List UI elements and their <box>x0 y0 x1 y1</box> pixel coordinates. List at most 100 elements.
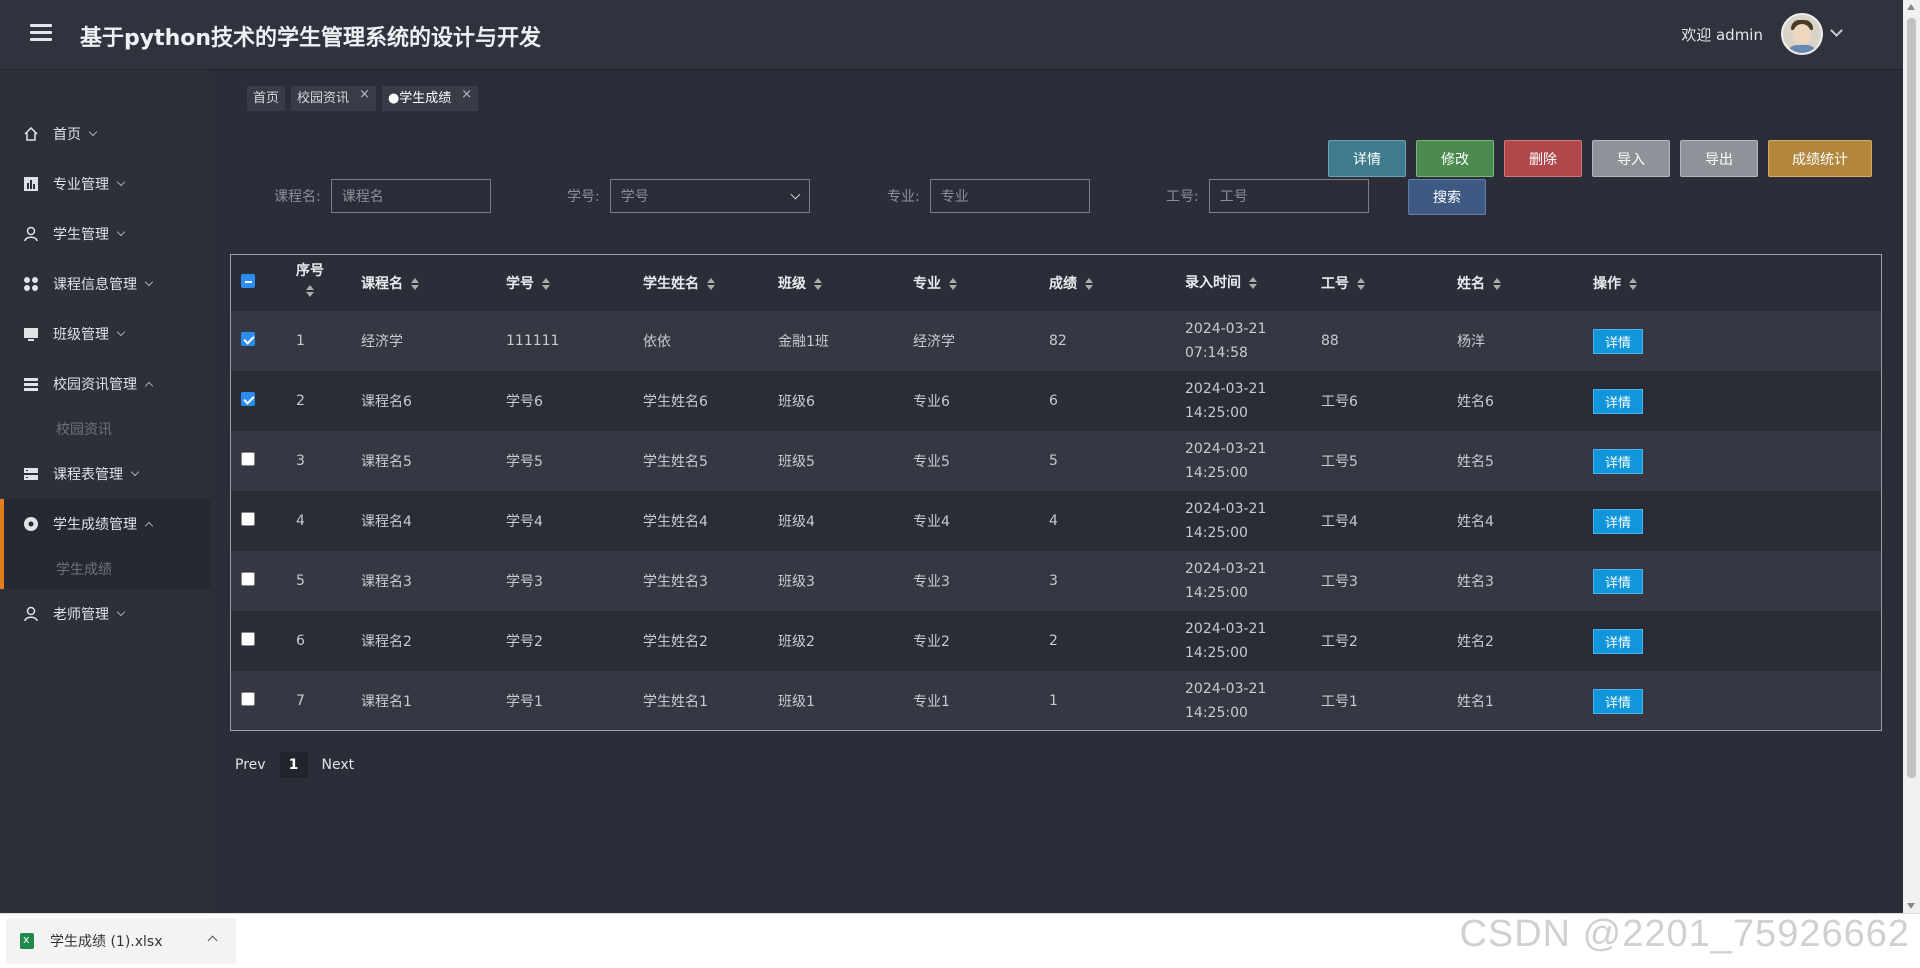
sidebar-item-scores[interactable]: 学生成绩管理 <box>0 499 210 549</box>
avatar[interactable] <box>1781 13 1823 55</box>
chevron-down-icon <box>116 607 126 617</box>
score-stats-button[interactable]: 成绩统计 <box>1768 140 1872 177</box>
table-row[interactable]: 1 经济学 111111 依依 金融1班 经济学 82 2024-03-21 07:14:58… <box>231 311 1881 371</box>
close-icon[interactable]: × <box>359 82 370 107</box>
row-detail-button[interactable]: 详情 <box>1593 388 1643 414</box>
sort-icon[interactable] <box>1249 277 1257 289</box>
table-row[interactable]: 4 课程名4 学号4 学生姓名4 班级4 专业4 4 2024-03-21 14:25:00 工… <box>231 491 1881 551</box>
chevron-up-icon <box>144 521 154 530</box>
sidebar-item-label: 专业管理 <box>53 177 109 193</box>
sidebar-item-home[interactable]: 首页 <box>0 109 210 159</box>
col-header-course[interactable]: 课程名 <box>361 276 403 292</box>
cell-class: 班级1 <box>778 694 815 710</box>
col-header-tno[interactable]: 工号 <box>1321 276 1349 292</box>
table-row[interactable]: 6 课程名2 学号2 学生姓名2 班级2 专业2 2 2024-03-21 14:25:00 工… <box>231 611 1881 671</box>
import-button[interactable]: 导入 <box>1592 140 1670 177</box>
cell-index: 7 <box>296 693 305 709</box>
sidebar-item-teacher[interactable]: 老师管理 <box>0 589 210 639</box>
cell-index: 3 <box>296 453 305 469</box>
detail-button[interactable]: 详情 <box>1328 140 1406 177</box>
row-detail-button[interactable]: 详情 <box>1593 448 1643 474</box>
sort-icon[interactable] <box>1085 278 1093 290</box>
tab-student-scores[interactable]: ●学生成绩 × <box>381 86 479 111</box>
row-checkbox[interactable] <box>241 512 255 526</box>
table-row[interactable]: 2 课程名6 学号6 学生姓名6 班级6 专业6 6 2024-03-21 14:25:00 工… <box>231 371 1881 431</box>
watermark: CSDN @2201_75926662 <box>1459 913 1910 955</box>
cell-student-name: 学生姓名3 <box>643 574 708 590</box>
sidebar-item-student[interactable]: 学生管理 <box>0 209 210 259</box>
sort-icon[interactable] <box>707 278 715 290</box>
col-header-sid[interactable]: 学号 <box>506 276 534 292</box>
sidebar-subitem-campus-news[interactable]: 校园资讯 <box>0 409 210 449</box>
sidebar: 首页 专业管理 学生管理 课程信息管理 班级管理 校园资讯管理 校园资讯 课程表… <box>0 70 210 913</box>
sidebar-item-label: 校园资讯管理 <box>53 377 137 393</box>
row-detail-button[interactable]: 详情 <box>1593 508 1643 534</box>
row-checkbox[interactable] <box>241 452 255 466</box>
sort-icon[interactable] <box>1357 278 1365 290</box>
page-number[interactable]: 1 <box>279 752 308 778</box>
cell-student-name: 依依 <box>643 334 671 350</box>
row-detail-button[interactable]: 详情 <box>1593 688 1643 714</box>
export-button[interactable]: 导出 <box>1680 140 1758 177</box>
vertical-scrollbar[interactable] <box>1903 0 1920 913</box>
col-header-major[interactable]: 专业 <box>913 276 941 292</box>
table-row[interactable]: 3 课程名5 学号5 学生姓名5 班级5 专业5 5 2024-03-21 14:25:00 工… <box>231 431 1881 491</box>
sidebar-subitem-scores[interactable]: 学生成绩 <box>0 549 210 589</box>
chevron-up-icon[interactable] <box>207 935 218 946</box>
scrollbar-thumb[interactable] <box>1907 18 1916 778</box>
col-header-class[interactable]: 班级 <box>778 276 806 292</box>
col-header-score[interactable]: 成绩 <box>1049 276 1077 292</box>
table-row[interactable]: 7 课程名1 学号1 学生姓名1 班级1 专业1 1 2024-03-21 14:25:00 工… <box>231 671 1881 730</box>
table-row[interactable]: 5 课程名3 学号3 学生姓名3 班级3 专业3 3 2024-03-21 14:25:00 工… <box>231 551 1881 611</box>
sort-icon[interactable] <box>1629 278 1637 290</box>
col-header-op[interactable]: 操作 <box>1593 276 1621 292</box>
col-header-student-name[interactable]: 学生姓名 <box>643 276 699 292</box>
row-detail-button[interactable]: 详情 <box>1593 328 1643 354</box>
row-checkbox[interactable] <box>241 572 255 586</box>
sort-icon[interactable] <box>1493 278 1501 290</box>
chevron-down-icon[interactable] <box>1830 24 1843 37</box>
scroll-down-icon[interactable] <box>1907 903 1915 909</box>
tno-input[interactable]: 工号 <box>1208 179 1369 213</box>
major-input[interactable]: 专业 <box>929 179 1090 213</box>
row-checkbox[interactable] <box>241 692 255 706</box>
col-header-tname[interactable]: 姓名 <box>1457 276 1485 292</box>
row-detail-button[interactable]: 详情 <box>1593 568 1643 594</box>
delete-button[interactable]: 删除 <box>1504 140 1582 177</box>
sort-icon[interactable] <box>306 285 314 297</box>
sort-icon[interactable] <box>814 278 822 290</box>
col-header-index[interactable]: 序号 <box>296 263 324 279</box>
tab-campus-news[interactable]: 校园资讯 × <box>291 86 376 111</box>
sort-icon[interactable] <box>542 278 550 290</box>
app-title: 基于python技术的学生管理系统的设计与开发 <box>80 26 542 51</box>
sidebar-item-campus-news[interactable]: 校园资讯管理 <box>0 359 210 409</box>
sort-icon[interactable] <box>949 278 957 290</box>
menu-toggle-icon[interactable] <box>30 24 52 44</box>
sidebar-item-course-info[interactable]: 课程信息管理 <box>0 259 210 309</box>
download-item[interactable]: 学生成绩 (1).xlsx <box>6 918 236 964</box>
next-page-button[interactable]: Next <box>322 757 355 773</box>
col-header-time[interactable]: 录入时间 <box>1185 275 1241 291</box>
tab-home[interactable]: 首页 <box>247 86 286 111</box>
sidebar-item-class[interactable]: 班级管理 <box>0 309 210 359</box>
cell-course: 课程名3 <box>361 574 412 590</box>
top-header: 基于python技术的学生管理系统的设计与开发 欢迎 admin <box>0 0 1903 70</box>
search-button[interactable]: 搜索 <box>1408 179 1486 215</box>
course-input[interactable]: 课程名 <box>330 179 491 213</box>
row-checkbox[interactable] <box>241 392 255 406</box>
select-all-checkbox[interactable] <box>241 274 255 288</box>
sidebar-item-major[interactable]: 专业管理 <box>0 159 210 209</box>
row-detail-button[interactable]: 详情 <box>1593 628 1643 654</box>
edit-button[interactable]: 修改 <box>1416 140 1494 177</box>
row-checkbox[interactable] <box>241 632 255 646</box>
cell-index: 1 <box>296 333 305 349</box>
prev-page-button[interactable]: Prev <box>235 757 266 773</box>
cell-student-name: 学生姓名2 <box>643 634 708 650</box>
sid-select[interactable]: 学号 <box>609 179 810 213</box>
scroll-up-icon[interactable] <box>1907 4 1915 10</box>
row-checkbox[interactable] <box>241 332 255 346</box>
cell-student-name: 学生姓名4 <box>643 514 708 530</box>
sort-icon[interactable] <box>411 278 419 290</box>
close-icon[interactable]: × <box>461 82 472 107</box>
sidebar-item-timetable[interactable]: 课程表管理 <box>0 449 210 499</box>
